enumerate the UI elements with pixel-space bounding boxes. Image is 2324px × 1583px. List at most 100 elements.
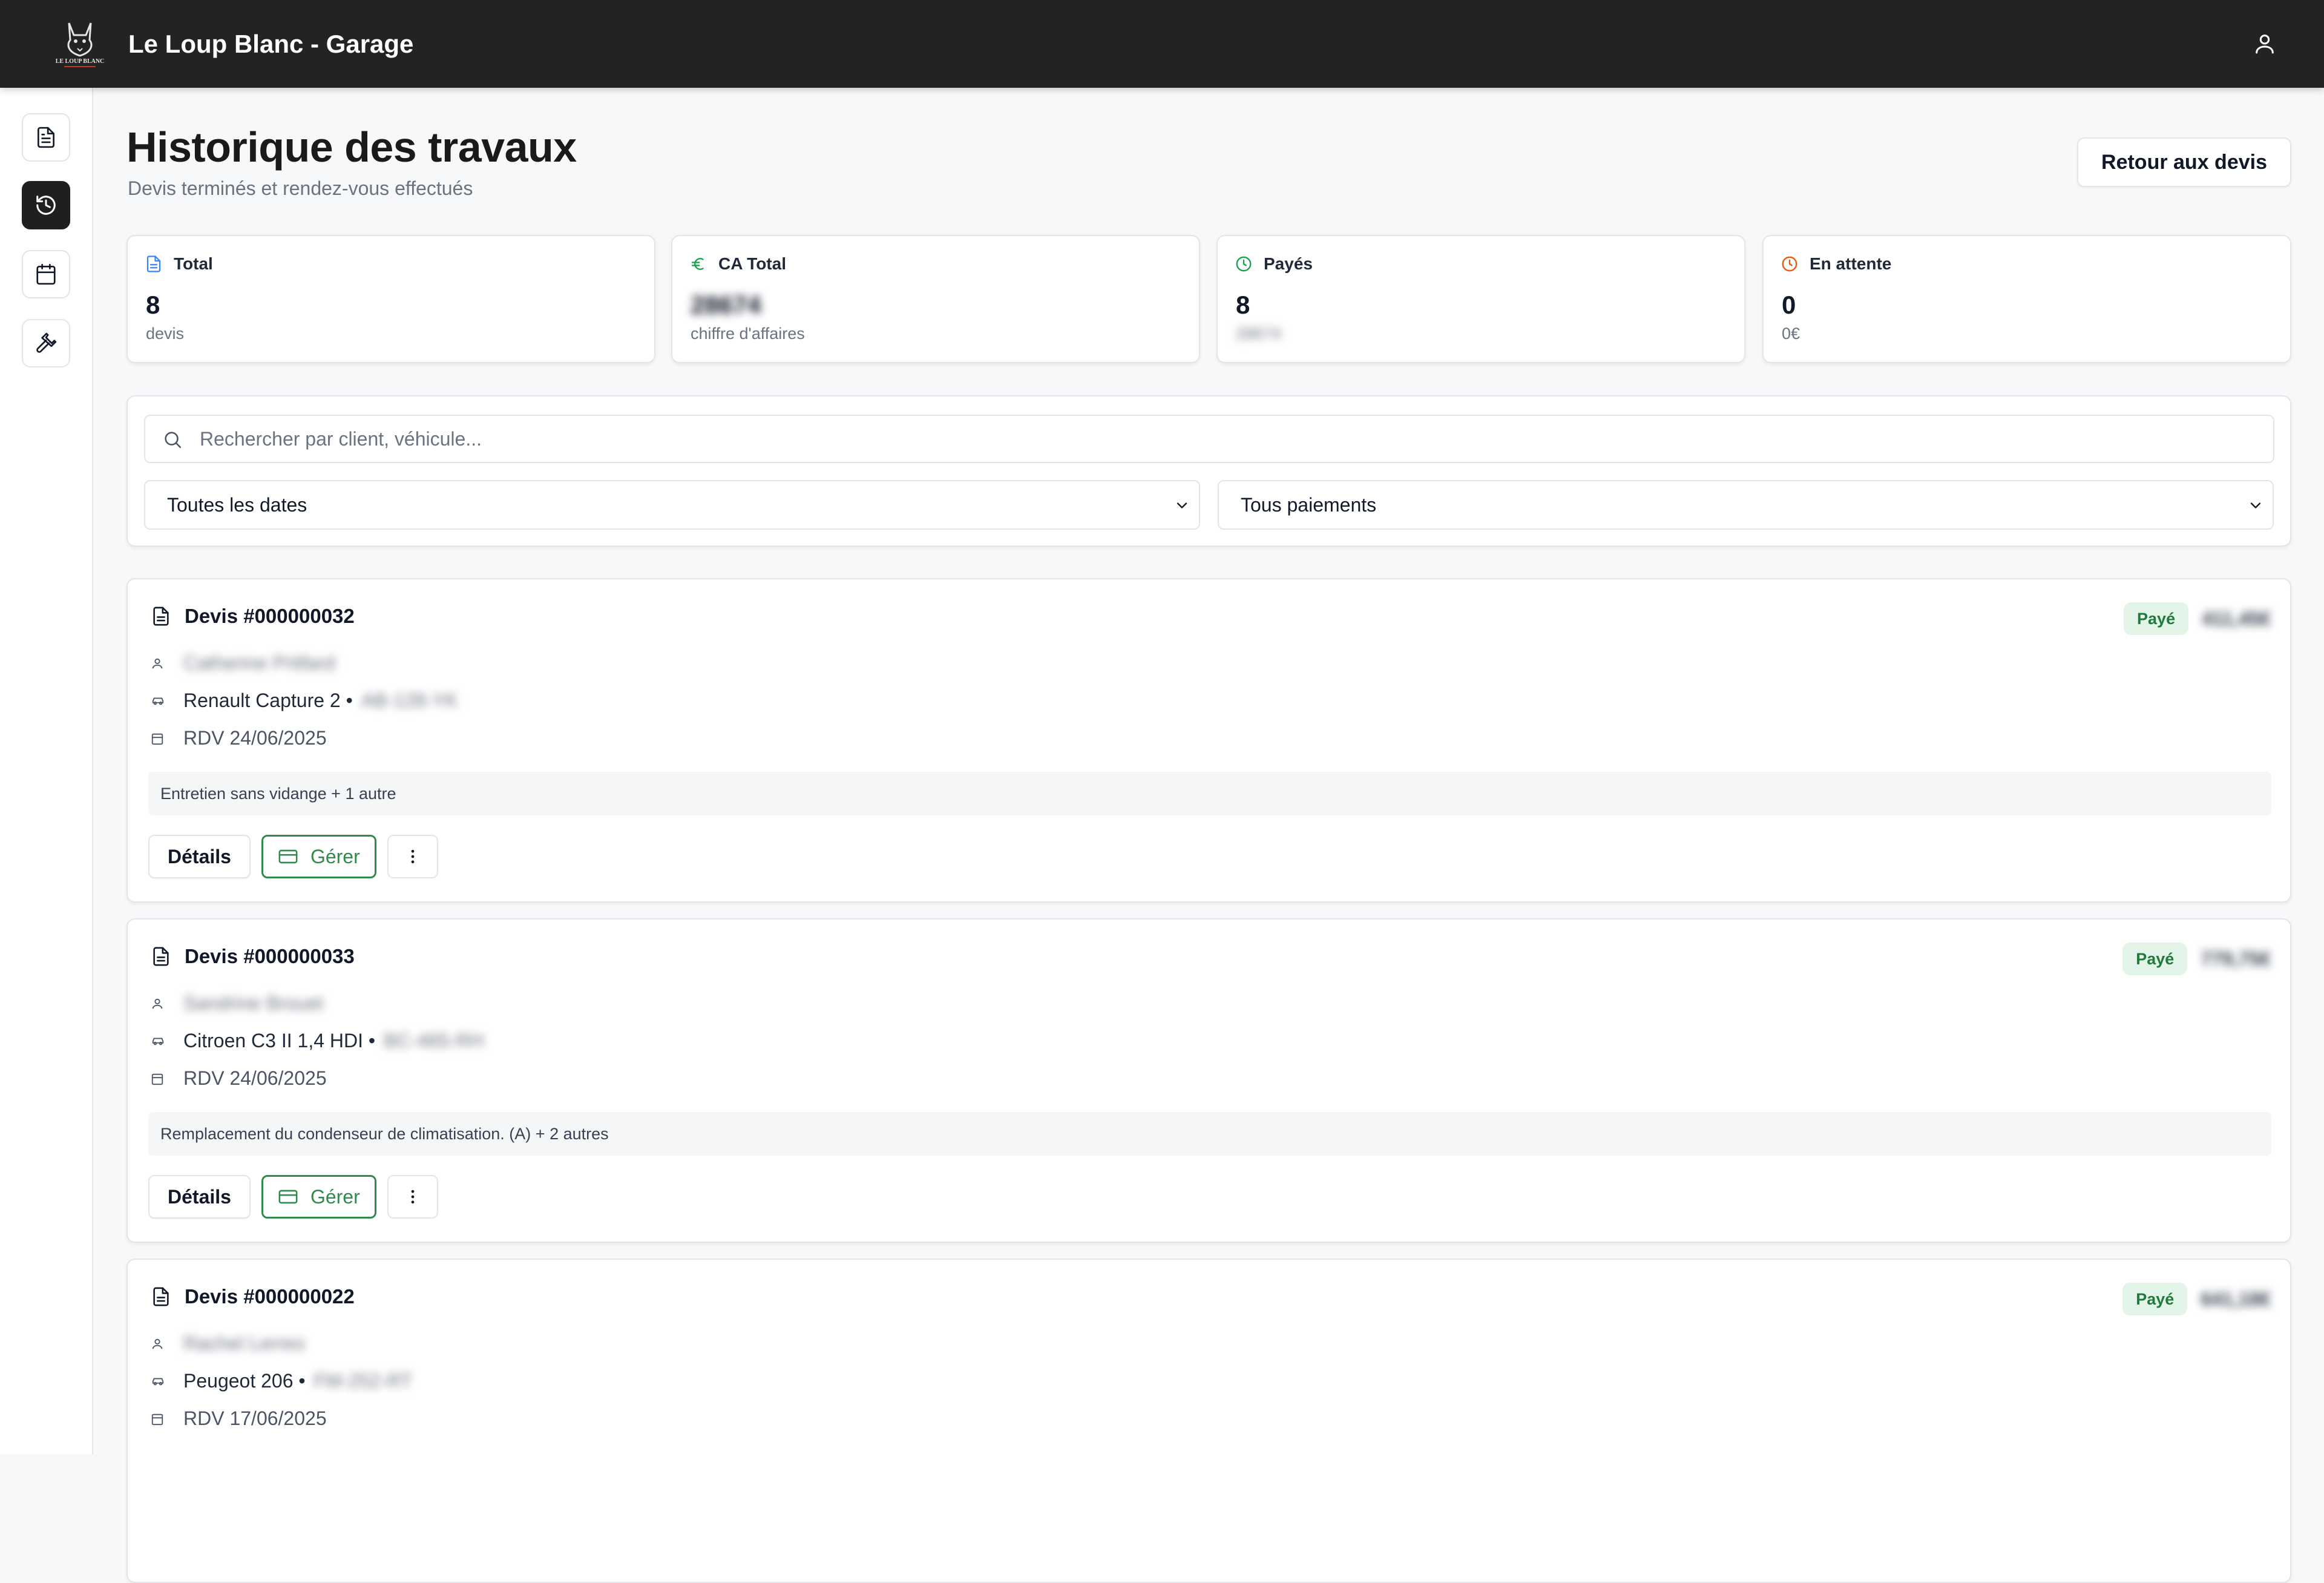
search-icon <box>162 429 183 453</box>
vehicle-name: Peugeot 206 • <box>183 1370 306 1392</box>
file-text-icon <box>146 255 161 272</box>
rdv-date: RDV 17/06/2025 <box>183 1407 327 1429</box>
sidebar <box>0 88 93 1455</box>
stat-value: 8 <box>146 291 160 319</box>
devis-amount: 641,18€ <box>2201 1288 2271 1310</box>
payment-filter-value: Tous paiements <box>1241 494 1377 516</box>
top-bar: LE LOUP BLANC Le Loup Blanc - Garage <box>0 0 2324 88</box>
devis-card: Devis #000000032 Payé 411,45€ Catherine … <box>126 578 2291 903</box>
devis-card: Devis #000000022 Payé 641,18€ Rachel Ler… <box>126 1259 2291 1583</box>
page-title: Historique des travaux <box>126 123 577 171</box>
status-badge: Payé <box>2124 602 2189 635</box>
client-name: Rachel Lerreo <box>183 1332 305 1354</box>
manage-button[interactable]: Gérer <box>261 835 376 878</box>
stat-sub: devis <box>146 324 185 343</box>
vehicle-plate: BC-465-RH <box>384 1030 484 1051</box>
more-vertical-icon <box>411 1190 415 1204</box>
stat-label: En attente <box>1810 254 1892 273</box>
stat-value: 0 <box>1782 291 1796 319</box>
file-text-icon <box>37 127 55 148</box>
stat-label: Total <box>174 254 213 273</box>
status-badge: Payé <box>2122 943 2188 975</box>
calendar-icon <box>151 731 165 746</box>
more-options-button[interactable] <box>387 1175 438 1219</box>
calendar-icon <box>36 263 56 285</box>
search-input[interactable] <box>200 416 2245 462</box>
stat-value: 8 <box>1236 291 1250 319</box>
client-row: Sandrine Brouet <box>151 992 323 1015</box>
manage-label: Gérer <box>310 1186 360 1208</box>
sidebar-item-calendrier[interactable] <box>22 250 70 298</box>
stat-label: Payés <box>1264 254 1313 273</box>
user-icon <box>151 656 165 671</box>
vehicle-row: Peugeot 206 • FM-252-RT <box>151 1370 413 1392</box>
details-button[interactable]: Détails <box>148 835 251 878</box>
back-to-devis-button[interactable]: Retour aux devis <box>2077 137 2291 187</box>
details-button[interactable]: Détails <box>148 1175 251 1219</box>
manage-label: Gérer <box>310 846 360 867</box>
rdv-row: RDV 17/06/2025 <box>151 1407 327 1430</box>
euro-icon <box>691 258 704 270</box>
vehicle-name: Renault Capture 2 • <box>183 689 353 711</box>
filter-panel: Toutes les dates Tous paiements <box>126 395 2291 547</box>
chevron-down-icon <box>2247 497 2264 517</box>
devis-title: Devis #000000032 <box>185 605 355 627</box>
client-name: Catherine Pritfard <box>183 652 335 674</box>
devis-description: Entretien sans vidange + 1 autre <box>148 772 2271 815</box>
file-text-icon <box>153 607 169 626</box>
sidebar-item-historique[interactable] <box>22 181 70 229</box>
rdv-date: RDV 24/06/2025 <box>183 1067 327 1089</box>
more-vertical-icon <box>411 849 415 864</box>
vehicle-name: Citroen C3 II 1,4 HDI • <box>183 1030 376 1051</box>
sidebar-item-devis[interactable] <box>22 113 70 162</box>
user-icon <box>151 1337 165 1351</box>
car-icon <box>151 694 165 708</box>
vehicle-row: Renault Capture 2 • AB-128-YK <box>151 689 458 712</box>
clock-icon <box>1236 256 1252 272</box>
user-icon[interactable] <box>2253 31 2277 56</box>
car-icon <box>151 1034 165 1048</box>
history-icon <box>36 196 56 215</box>
hammer-icon <box>36 332 57 353</box>
stat-label: CA Total <box>718 254 786 273</box>
wolf-logo[interactable]: LE LOUP BLANC <box>51 17 109 70</box>
devis-amount: 779,75€ <box>2201 947 2271 970</box>
vehicle-row: Citroen C3 II 1,4 HDI • BC-465-RH <box>151 1030 484 1052</box>
clock-icon <box>1782 256 1797 272</box>
calendar-icon <box>151 1071 165 1086</box>
client-name: Sandrine Brouet <box>183 992 324 1014</box>
rdv-date: RDV 24/06/2025 <box>183 727 327 749</box>
user-icon <box>151 996 165 1011</box>
stat-sub: chiffre d'affaires <box>691 324 805 343</box>
client-row: Catherine Pritfard <box>151 652 335 674</box>
more-options-button[interactable] <box>387 835 438 878</box>
payment-filter-select[interactable]: Tous paiements <box>1218 480 2274 530</box>
manage-button[interactable]: Gérer <box>261 1175 376 1219</box>
search-box <box>144 415 2274 463</box>
calendar-icon <box>151 1412 165 1426</box>
stat-card-en-attente: En attente 0 0€ <box>1762 235 2291 363</box>
credit-card-icon <box>278 1190 298 1204</box>
devis-description: Remplacement du condenseur de climatisat… <box>148 1112 2271 1156</box>
date-filter-select[interactable]: Toutes les dates <box>144 480 1200 530</box>
svg-text:LE LOUP BLANC: LE LOUP BLANC <box>56 58 105 65</box>
vehicle-plate: FM-252-RT <box>313 1370 413 1392</box>
stat-card-ca-total: CA Total 28674 chiffre d'affaires <box>671 235 1200 363</box>
client-row: Rachel Lerreo <box>151 1332 305 1355</box>
stat-card-payes: Payés 8 28674 <box>1216 235 1745 363</box>
date-filter-value: Toutes les dates <box>167 494 307 516</box>
devis-title: Devis #000000033 <box>185 945 355 967</box>
sidebar-item-outils[interactable] <box>22 319 70 367</box>
status-badge: Payé <box>2122 1283 2188 1315</box>
stat-card-total: Total 8 devis <box>126 235 655 363</box>
stat-sub: 28674 <box>1236 324 1282 343</box>
rdv-row: RDV 24/06/2025 <box>151 727 327 749</box>
credit-card-icon <box>278 849 298 864</box>
devis-amount: 411,45€ <box>2202 607 2271 630</box>
file-text-icon <box>153 1287 169 1306</box>
rdv-row: RDV 24/06/2025 <box>151 1067 327 1090</box>
devis-title: Devis #000000022 <box>185 1285 355 1308</box>
car-icon <box>151 1374 165 1389</box>
stat-value: 28674 <box>691 291 761 319</box>
vehicle-plate: AB-128-YK <box>361 689 458 711</box>
